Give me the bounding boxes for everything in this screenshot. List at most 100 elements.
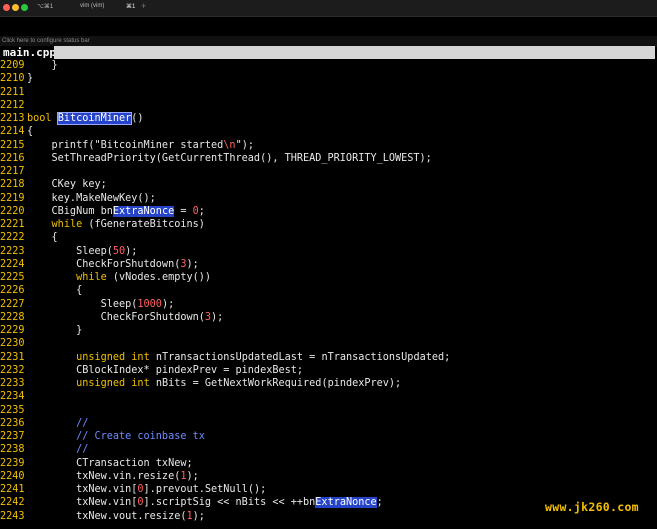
code-text[interactable]: CKey key; [27,178,107,191]
line-number: 2211 [0,86,25,98]
code-line[interactable]: 2210} [0,72,657,85]
code-line[interactable]: 2233 unsigned int nBits = GetNextWorkReq… [0,377,657,390]
line-number: 2240 [0,470,25,482]
line-number: 2236 [0,417,25,429]
code-line[interactable]: 2209 } [0,59,657,72]
code-text[interactable]: CBigNum bnExtraNonce = 0; [27,205,205,218]
line-number: 2238 [0,444,25,456]
line-number: 2215 [0,139,25,151]
line-number: 2227 [0,298,25,310]
code-line[interactable]: 2213 bool BitcoinMiner() [0,112,657,125]
code-line[interactable]: 2241 txNew.vin[0].prevout.SetNull(); [0,483,657,496]
code-text[interactable]: printf("BitcoinMiner started\n"); [27,139,254,152]
code-line[interactable]: 2232 CBlockIndex* pindexPrev = pindexBes… [0,364,657,377]
line-number: 2221 [0,219,25,230]
code-editor[interactable]: 2209 } 2210} 2211 2212 2213 bool BitcoinMiner… [0,59,657,523]
code-line[interactable]: 2216 SetThreadPriority(GetCurrentThread(… [0,152,657,165]
code-line[interactable]: 2226 { [0,284,657,297]
code-text[interactable]: txNew.vin.resize(1); [27,470,199,483]
code-text[interactable]: CBlockIndex* pindexPrev = pindexBest; [27,364,303,377]
code-line[interactable]: 2220 CBigNum bnExtraNonce = 0; [0,205,657,218]
code-line[interactable]: 2231 unsigned int nTransactionsUpdatedLa… [0,351,657,364]
code-text[interactable]: { [27,231,58,244]
code-line[interactable]: 2222 { [0,231,657,244]
new-tab-button[interactable]: + [141,1,146,11]
code-text[interactable]: txNew.vin[0].prevout.SetNull(); [27,483,266,496]
tabline-fill [54,46,655,59]
zoom-window-button[interactable] [21,4,28,11]
code-text[interactable]: { [27,125,33,138]
code-text[interactable]: unsigned int nBits = GetNextWorkRequired… [27,377,401,390]
line-number: 2234 [0,391,25,403]
code-text[interactable]: // Create coinbase tx [27,430,205,443]
code-text[interactable]: CheckForShutdown(3); [27,311,224,324]
buffer-tabline: main.cpp [0,46,657,60]
line-number: 2230 [0,338,25,350]
code-text[interactable]: unsigned int nTransactionsUpdatedLast = … [27,351,450,364]
code-line[interactable]: 2238 // [0,443,657,456]
code-text[interactable]: } [27,59,58,72]
line-number: 2218 [0,179,25,191]
code-line[interactable]: 2223 Sleep(50); [0,245,657,258]
line-number: 2224 [0,258,25,270]
code-line[interactable]: 2227 Sleep(1000); [0,298,657,311]
code-text[interactable]: CTransaction txNew; [27,457,193,470]
code-line[interactable]: 2239 CTransaction txNew; [0,457,657,470]
code-text[interactable]: } [27,324,82,337]
minimize-window-button[interactable] [12,4,19,11]
code-text[interactable]: } [27,72,33,85]
code-line[interactable]: 2218 CKey key; [0,178,657,191]
tab-shortcut: ⌘1 [126,4,136,10]
line-number: 2217 [0,166,25,177]
code-line[interactable]: 2240 txNew.vin.resize(1); [0,470,657,483]
line-number: 2229 [0,325,25,336]
line-number: 2231 [0,351,25,363]
code-line[interactable]: 2236 // [0,417,657,430]
code-line[interactable]: 2211 [0,86,657,99]
code-text[interactable]: // [27,417,88,430]
code-line[interactable]: 2228 CheckForShutdown(3); [0,311,657,324]
code-text[interactable]: Sleep(50); [27,245,137,258]
line-number: 2210 [0,73,25,85]
tab-shortcut-label: ⌥⌘1 [37,4,54,10]
code-line[interactable]: 2230 [0,337,657,350]
code-line[interactable]: 2237 // Create coinbase tx [0,430,657,443]
line-number: 2235 [0,404,25,416]
line-number: 2214 [0,126,25,138]
watermark: www.jk260.com [545,500,639,514]
code-text[interactable]: while (vNodes.empty()) [27,271,211,284]
line-number: 2233 [0,378,25,389]
line-number: 2237 [0,431,25,442]
line-number: 2209 [0,60,25,71]
code-text[interactable]: bool BitcoinMiner() [27,112,144,125]
line-number: 2220 [0,205,25,217]
code-line[interactable]: 2234 [0,390,657,403]
line-number: 2232 [0,364,25,376]
code-text[interactable]: SetThreadPriority(GetCurrentThread(), TH… [27,152,432,165]
code-line[interactable]: 2219 key.MakeNewKey(); [0,192,657,205]
code-line[interactable]: 2214{ [0,125,657,138]
code-line[interactable]: 2224 CheckForShutdown(3); [0,258,657,271]
code-text[interactable]: { [27,284,82,297]
code-line[interactable]: 2235 [0,404,657,417]
code-line[interactable]: 2229 } [0,324,657,337]
code-text[interactable]: Sleep(1000); [27,298,175,311]
file-tab-main-cpp[interactable]: main.cpp [0,46,56,60]
line-number: 2243 [0,510,25,522]
line-number: 2219 [0,192,25,204]
line-number: 2242 [0,497,25,509]
code-text[interactable]: txNew.vout.resize(1); [27,510,205,523]
code-text[interactable]: // [27,443,88,456]
code-text[interactable]: key.MakeNewKey(); [27,192,156,205]
code-line[interactable]: 2215 printf("BitcoinMiner started\n"); [0,139,657,152]
tab-vim[interactable]: vim (vim) [80,3,104,9]
code-text[interactable]: CheckForShutdown(3); [27,258,199,271]
code-text[interactable]: while (fGenerateBitcoins) [27,218,205,231]
close-window-button[interactable] [3,4,10,11]
code-line[interactable]: 2212 [0,99,657,112]
code-line[interactable]: 2225 while (vNodes.empty()) [0,271,657,284]
window-title-bar: ⌥⌘1 vim (vim) ⌘1 + [0,0,657,17]
code-line[interactable]: 2221 while (fGenerateBitcoins) [0,218,657,231]
code-line[interactable]: 2217 [0,165,657,178]
code-text[interactable]: txNew.vin[0].scriptSig << nBits << ++bnE… [27,496,383,509]
